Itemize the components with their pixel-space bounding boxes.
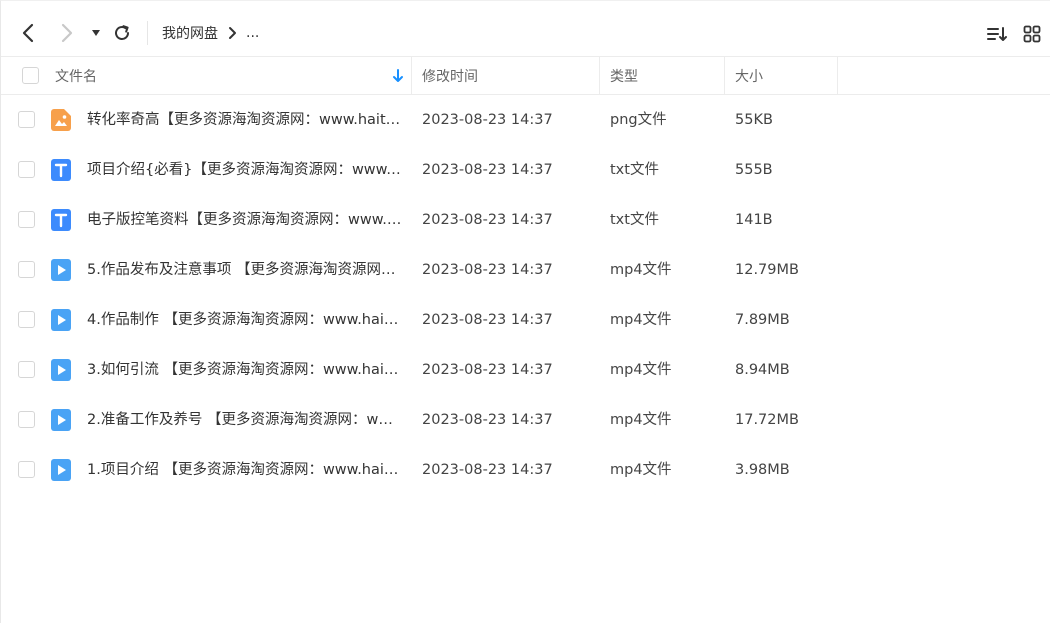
column-header-modified[interactable]: 修改时间 [422, 57, 478, 95]
file-size: 7.89MB [735, 312, 790, 328]
file-row[interactable]: 1.项目介绍 【更多资源海淘资源网：www.haitaozy.com】.mp4 … [1, 445, 1050, 495]
file-modified: 2023-08-23 14:37 [422, 162, 553, 178]
file-name[interactable]: 5.作品发布及注意事项 【更多资源海淘资源网：www.haitaozy.com】… [87, 260, 403, 280]
chevron-right-icon [228, 26, 237, 40]
sort-descending-icon[interactable] [391, 67, 405, 85]
breadcrumb-root[interactable]: 我的网盘 [162, 23, 218, 43]
grid-icon [1023, 25, 1041, 43]
file-row[interactable]: 电子版控笔资料【更多资源海淘资源网：www.haitaozy.com】.txt … [1, 195, 1050, 245]
file-row[interactable]: 转化率奇高【更多资源海淘资源网：www.haitaozy.com】.png 20… [1, 95, 1050, 145]
video-file-icon [51, 459, 71, 481]
row-checkbox[interactable] [18, 311, 35, 328]
file-size: 8.94MB [735, 362, 790, 378]
file-modified: 2023-08-23 14:37 [422, 462, 553, 478]
row-checkbox[interactable] [18, 361, 35, 378]
file-name[interactable]: 电子版控笔资料【更多资源海淘资源网：www.haitaozy.com】.txt [87, 210, 403, 230]
file-row[interactable]: 3.如何引流 【更多资源海淘资源网：www.haitaozy.com】.mp4 … [1, 345, 1050, 395]
file-type: png文件 [610, 112, 667, 128]
file-type: mp4文件 [610, 412, 672, 428]
file-type: mp4文件 [610, 362, 672, 378]
refresh-icon [115, 25, 129, 40]
history-dropdown-button[interactable] [87, 24, 105, 42]
breadcrumb-more[interactable]: ... [246, 25, 259, 41]
file-row[interactable]: 2.准备工作及养号 【更多资源海淘资源网：www.haitaozy.com】.m… [1, 395, 1050, 445]
breadcrumb: 我的网盘 ... [162, 22, 259, 44]
column-divider[interactable] [724, 57, 725, 95]
file-type: txt文件 [610, 212, 659, 228]
column-divider[interactable] [411, 57, 412, 95]
chevron-left-icon [22, 23, 34, 43]
forward-button[interactable] [54, 20, 80, 46]
file-name[interactable]: 项目介绍{必看}【更多资源海淘资源网：www.haitaozy.com】.txt [87, 160, 403, 180]
file-type: mp4文件 [610, 262, 672, 278]
grid-view-button[interactable] [1019, 21, 1045, 47]
row-checkbox[interactable] [18, 111, 35, 128]
file-row[interactable]: 项目介绍{必看}【更多资源海淘资源网：www.haitaozy.com】.txt… [1, 145, 1050, 195]
column-divider[interactable] [599, 57, 600, 95]
file-modified: 2023-08-23 14:37 [422, 412, 553, 428]
row-checkbox[interactable] [18, 211, 35, 228]
column-header-name[interactable]: 文件名 [55, 57, 97, 95]
caret-down-icon [92, 30, 100, 36]
file-modified: 2023-08-23 14:37 [422, 112, 553, 128]
file-browser-window: 我的网盘 ... 文件名 修改时间 类型 大小 转化率奇高【更多资源海淘资源网：… [0, 0, 1050, 623]
file-type: mp4文件 [610, 462, 672, 478]
text-file-icon [51, 159, 71, 181]
chevron-right-icon [61, 23, 73, 43]
row-checkbox[interactable] [18, 261, 35, 278]
row-checkbox[interactable] [18, 461, 35, 478]
back-button[interactable] [15, 20, 41, 46]
file-row[interactable]: 5.作品发布及注意事项 【更多资源海淘资源网：www.haitaozy.com】… [1, 245, 1050, 295]
image-file-icon [51, 109, 71, 131]
video-file-icon [51, 309, 71, 331]
file-type: txt文件 [610, 162, 659, 178]
file-modified: 2023-08-23 14:37 [422, 212, 553, 228]
video-file-icon [51, 259, 71, 281]
file-row[interactable]: 4.作品制作 【更多资源海淘资源网：www.haitaozy.com】.mp4 … [1, 295, 1050, 345]
table-header: 文件名 修改时间 类型 大小 [1, 57, 1050, 95]
sort-list-icon [987, 27, 1007, 41]
file-size: 12.79MB [735, 262, 799, 278]
file-name[interactable]: 转化率奇高【更多资源海淘资源网：www.haitaozy.com】.png [87, 110, 403, 130]
sort-order-button[interactable] [984, 21, 1010, 47]
file-modified: 2023-08-23 14:37 [422, 362, 553, 378]
toolbar-divider [147, 21, 148, 45]
video-file-icon [51, 409, 71, 431]
refresh-button[interactable] [109, 20, 135, 46]
file-size: 3.98MB [735, 462, 790, 478]
file-size: 555B [735, 162, 773, 178]
file-modified: 2023-08-23 14:37 [422, 262, 553, 278]
file-name[interactable]: 2.准备工作及养号 【更多资源海淘资源网：www.haitaozy.com】.m… [87, 410, 403, 430]
file-name[interactable]: 3.如何引流 【更多资源海淘资源网：www.haitaozy.com】.mp4 [87, 360, 403, 380]
video-file-icon [51, 359, 71, 381]
toolbar: 我的网盘 ... [1, 7, 1050, 57]
text-file-icon [51, 209, 71, 231]
file-name[interactable]: 4.作品制作 【更多资源海淘资源网：www.haitaozy.com】.mp4 [87, 310, 403, 330]
column-header-type[interactable]: 类型 [610, 57, 638, 95]
file-size: 17.72MB [735, 412, 799, 428]
file-name[interactable]: 1.项目介绍 【更多资源海淘资源网：www.haitaozy.com】.mp4 [87, 460, 403, 480]
file-size: 141B [735, 212, 773, 228]
row-checkbox[interactable] [18, 161, 35, 178]
row-checkbox[interactable] [18, 411, 35, 428]
select-all-checkbox[interactable] [22, 67, 39, 84]
file-size: 55KB [735, 112, 773, 128]
file-modified: 2023-08-23 14:37 [422, 312, 553, 328]
column-header-size[interactable]: 大小 [735, 57, 763, 95]
file-type: mp4文件 [610, 312, 672, 328]
column-divider[interactable] [837, 57, 838, 95]
